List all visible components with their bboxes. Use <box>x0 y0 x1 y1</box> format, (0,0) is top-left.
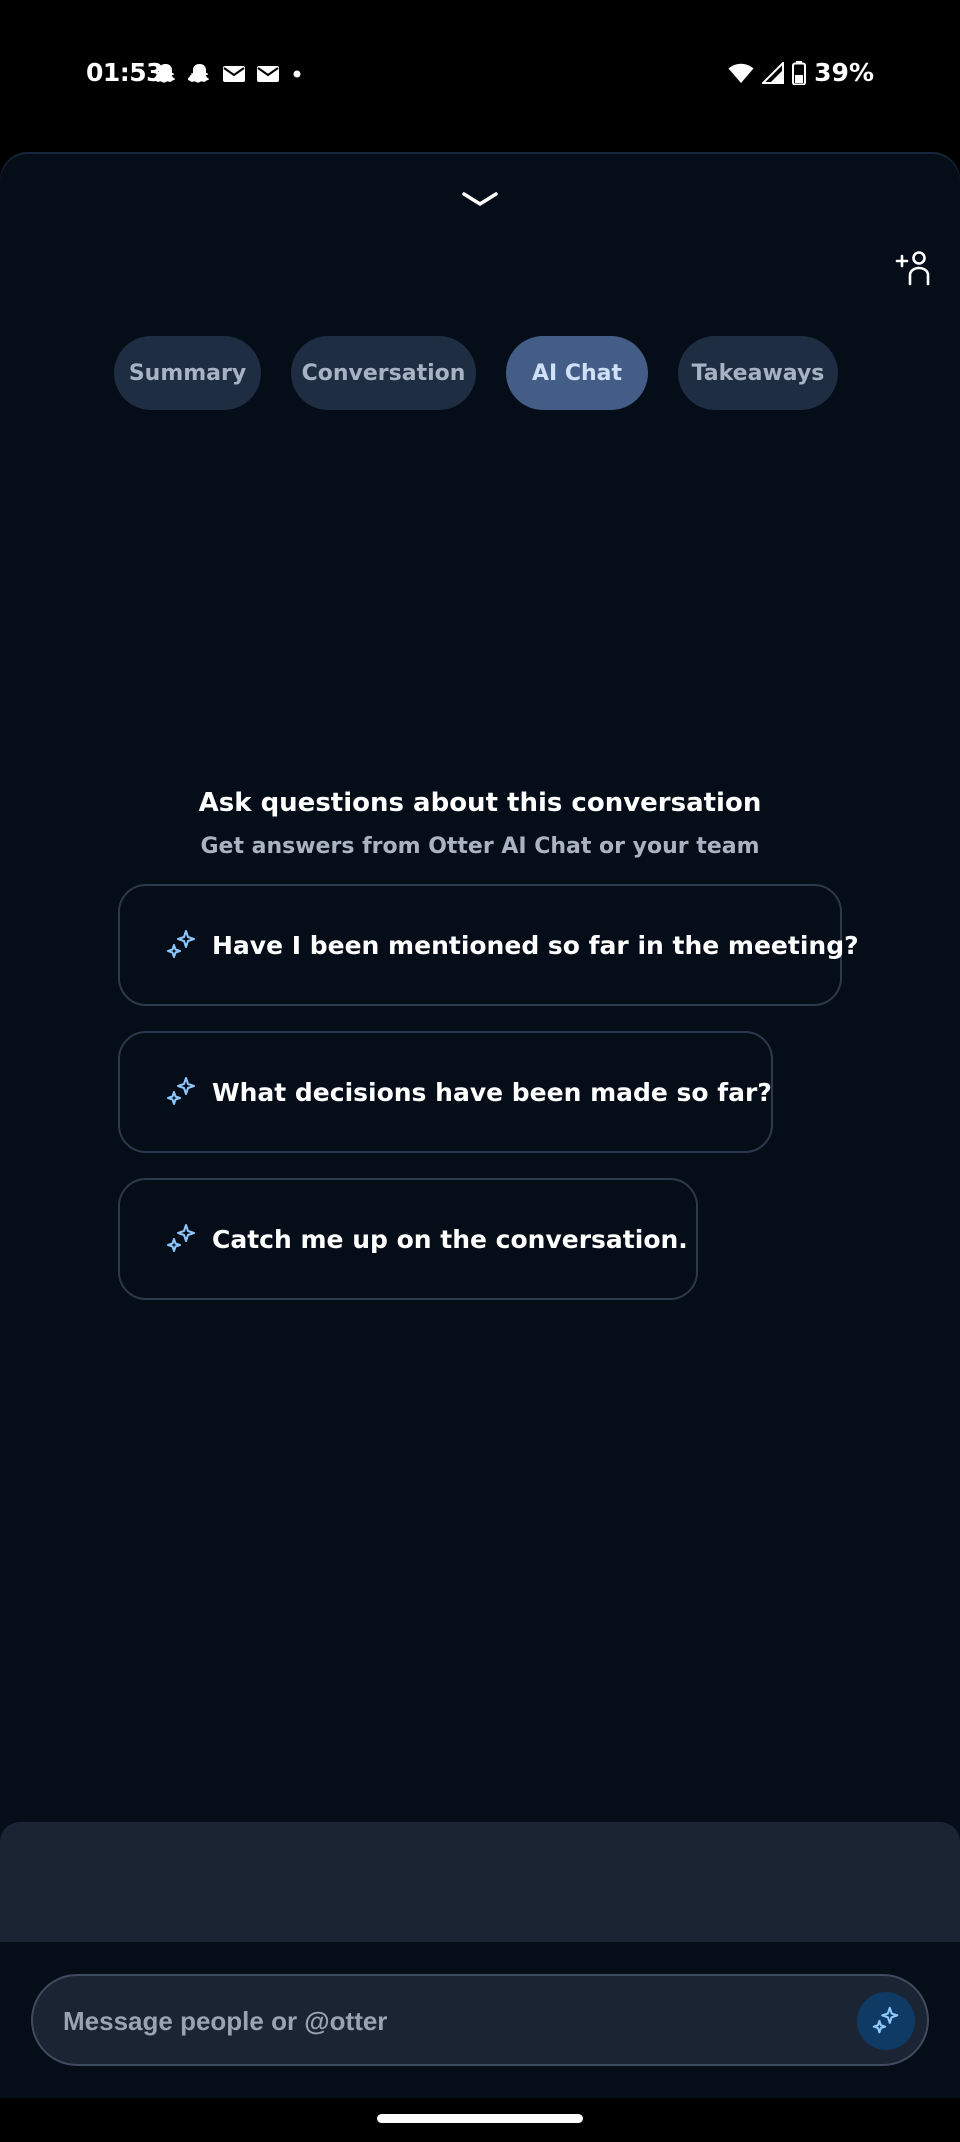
battery-percentage: 39% <box>814 58 874 87</box>
wifi-icon <box>728 63 754 83</box>
snapchat-icon <box>188 64 209 83</box>
dot-icon <box>293 70 301 78</box>
tab-bar: Summary Conversation AI Chat Takeaways <box>114 336 838 410</box>
suggestion-text: What decisions have been made so far? <box>212 1077 772 1107</box>
tab-summary[interactable]: Summary <box>114 336 261 410</box>
tab-conversation[interactable]: Conversation <box>291 336 476 410</box>
ai-chat-button[interactable] <box>857 1992 915 2050</box>
chevron-down-icon[interactable] <box>460 188 500 212</box>
message-composer <box>31 1974 929 2066</box>
tab-ai-chat[interactable]: AI Chat <box>506 336 648 410</box>
add-person-icon[interactable] <box>893 248 933 288</box>
suggestion-text: Catch me up on the conversation. <box>212 1224 688 1254</box>
tab-takeaways[interactable]: Takeaways <box>678 336 838 410</box>
status-bar: 01:53 39% <box>0 0 960 152</box>
suggestion-text: Have I been mentioned so far in the meet… <box>212 930 859 960</box>
sparkle-icon <box>872 2006 899 2034</box>
mail-icon <box>223 66 245 82</box>
sparkle-icon <box>167 1077 195 1105</box>
status-right: 39% <box>728 58 874 87</box>
notification-icons <box>154 62 304 86</box>
message-input[interactable] <box>61 1998 825 2044</box>
sparkle-icon <box>167 1224 195 1252</box>
suggestion-chip[interactable]: Have I been mentioned so far in the meet… <box>118 884 859 1006</box>
battery-icon <box>792 60 807 85</box>
empty-state-title: Ask questions about this conversation <box>198 788 762 818</box>
mail-icon <box>257 66 279 82</box>
suggestion-chip[interactable]: What decisions have been made so far? <box>118 1031 773 1153</box>
suggestion-chip[interactable]: Catch me up on the conversation. <box>118 1178 698 1300</box>
composer-area <box>0 1822 960 1942</box>
sparkle-icon <box>167 930 195 958</box>
empty-state-subtitle: Get answers from Otter AI Chat or your t… <box>200 834 760 859</box>
home-indicator[interactable] <box>377 2114 583 2123</box>
snapchat-icon <box>154 64 175 83</box>
signal-icon <box>762 61 785 84</box>
status-time: 01:53 <box>86 58 164 87</box>
